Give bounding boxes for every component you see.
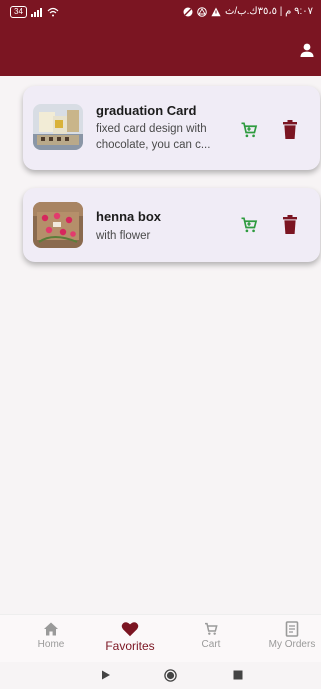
add-to-cart-icon[interactable] bbox=[239, 215, 259, 235]
nav-cart-label: Cart bbox=[201, 639, 221, 650]
back-icon[interactable] bbox=[101, 670, 111, 680]
orders-icon bbox=[285, 621, 299, 637]
battery-indicator: 34 bbox=[10, 6, 27, 18]
favorite-item-card[interactable]: henna box with flower bbox=[23, 188, 320, 262]
heart-icon bbox=[121, 622, 139, 637]
wifi-icon bbox=[47, 7, 59, 17]
app-bar bbox=[0, 26, 321, 76]
nav-favorites[interactable]: Favorites bbox=[90, 621, 170, 653]
status-time: ٩:٠٧ م | ٣٥،٥ك.ب/ث bbox=[224, 6, 313, 17]
nav-favorites-label: Favorites bbox=[105, 639, 155, 653]
warning-icon bbox=[211, 7, 221, 16]
delete-icon[interactable] bbox=[282, 120, 298, 140]
nav-cart[interactable]: Cart bbox=[171, 621, 251, 650]
favorite-item-card[interactable]: graduation Card fixed card design with c… bbox=[23, 86, 320, 170]
item-description: fixed card design with chocolate, you ca… bbox=[96, 123, 211, 151]
nav-orders-label: My Orders bbox=[268, 639, 316, 650]
recents-icon[interactable] bbox=[233, 670, 243, 680]
product-image bbox=[33, 104, 83, 150]
nav-home[interactable]: Home bbox=[11, 621, 91, 650]
add-to-cart-icon[interactable] bbox=[239, 120, 259, 140]
home-button-icon[interactable] bbox=[164, 669, 177, 682]
cart-icon bbox=[205, 622, 218, 635]
bottom-nav: Home Favorites Cart My Orders bbox=[0, 614, 321, 662]
product-image bbox=[33, 202, 83, 248]
status-bar: 34 ٩:٠٧ م | ٣٥،٥ك.ب/ث bbox=[0, 0, 321, 26]
block-icon bbox=[183, 7, 193, 16]
nav-my-orders[interactable]: My Orders bbox=[252, 621, 321, 650]
nav-home-label: Home bbox=[37, 639, 65, 650]
item-title: henna box bbox=[96, 209, 162, 224]
drive-icon bbox=[197, 6, 207, 17]
item-description: with flower bbox=[96, 230, 151, 242]
item-title: graduation Card bbox=[96, 103, 197, 118]
signal-icon bbox=[30, 7, 42, 17]
delete-icon[interactable] bbox=[282, 215, 298, 235]
person-icon[interactable] bbox=[299, 42, 315, 58]
home-icon bbox=[44, 622, 58, 636]
system-nav-bar bbox=[0, 662, 321, 689]
